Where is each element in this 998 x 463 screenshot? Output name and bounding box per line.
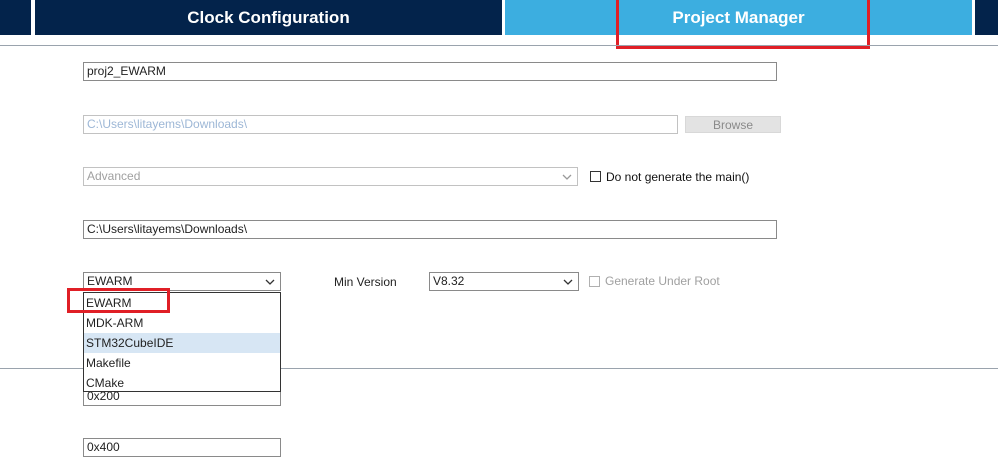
- application-structure-select[interactable]: Advanced: [83, 167, 578, 186]
- generate-under-root-checkbox[interactable]: [589, 276, 600, 287]
- toolchain-option-makefile[interactable]: Makefile: [84, 353, 280, 373]
- tab-edge-left[interactable]: [0, 0, 31, 35]
- chevron-down-icon: [563, 279, 573, 285]
- min-version-value: V8.32: [433, 274, 465, 288]
- browse-button[interactable]: Browse: [685, 116, 781, 133]
- min-version-select[interactable]: V8.32: [429, 272, 579, 291]
- toolchain-folder-field[interactable]: C:\Users\litayems\Downloads\: [83, 220, 777, 239]
- toolchain-option-mdk-arm[interactable]: MDK-ARM: [84, 313, 280, 333]
- chevron-down-icon: [265, 279, 275, 285]
- generate-under-root-label: Generate Under Root: [605, 274, 720, 288]
- toolchain-option-cmake[interactable]: CMake: [84, 373, 280, 393]
- min-version-label: Min Version: [334, 275, 397, 289]
- project-location-field[interactable]: C:\Users\litayems\Downloads\: [83, 115, 678, 134]
- ewarm-option-highlight: [67, 288, 170, 313]
- divider-top: [0, 45, 998, 46]
- do-not-generate-main-label: Do not generate the main(): [606, 170, 750, 184]
- tab-edge-right[interactable]: [975, 0, 998, 35]
- toolchain-select-value: EWARM: [87, 274, 133, 288]
- application-structure-value: Advanced: [87, 169, 141, 183]
- toolchain-option-stm32cubeide[interactable]: STM32CubeIDE: [84, 333, 280, 353]
- chevron-down-icon: [562, 174, 572, 180]
- project-manager-highlight: [616, 0, 870, 49]
- stack-size-field[interactable]: 0x400: [83, 438, 281, 457]
- do-not-generate-main-checkbox[interactable]: [590, 171, 601, 182]
- tab-clock-configuration[interactable]: Clock Configuration: [35, 0, 502, 35]
- project-name-field[interactable]: proj2_EWARM: [83, 62, 777, 81]
